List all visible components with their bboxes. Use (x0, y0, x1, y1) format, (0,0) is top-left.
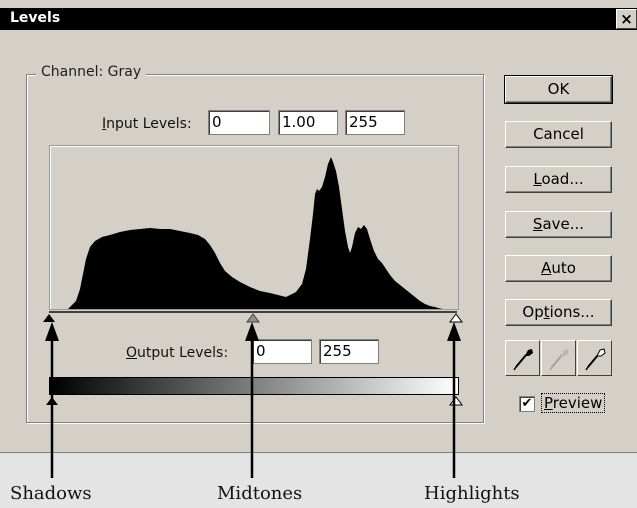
midtones-caption: Midtones (217, 483, 303, 504)
midtones-arrow-icon (245, 322, 259, 478)
highlights-arrow-icon (447, 322, 461, 478)
input-highlight-slider-icon[interactable] (449, 313, 463, 323)
output-highlight-slider-icon[interactable] (449, 396, 463, 406)
input-shadow-slider-icon[interactable] (43, 314, 55, 322)
shadows-arrow-icon (45, 322, 59, 478)
highlights-caption: Highlights (424, 483, 520, 504)
input-midtone-slider-icon[interactable] (246, 313, 260, 323)
slider-and-callout-overlay (43, 313, 463, 478)
shadows-caption: Shadows (10, 483, 92, 504)
